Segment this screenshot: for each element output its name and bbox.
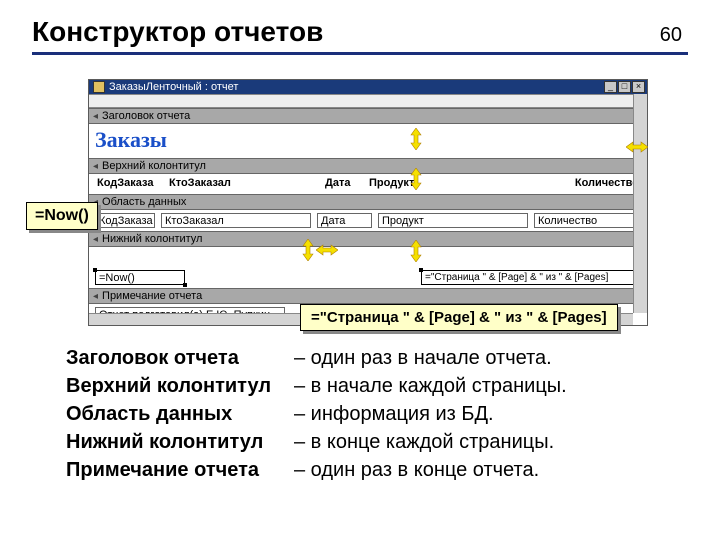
slide-number: 60 xyxy=(660,24,682,47)
vertical-scrollbar[interactable] xyxy=(633,94,647,313)
band-header-page-footer[interactable]: Нижний колонтитул xyxy=(89,231,647,247)
def-desc: – информация из БД. xyxy=(294,400,494,428)
def-desc: – один раз в конце отчета. xyxy=(294,456,539,484)
field-pages[interactable]: ="Страница " & [Page] & " из " & [Pages] xyxy=(421,270,641,285)
col-product[interactable]: Продукт xyxy=(367,177,517,191)
def-term: Заголовок отчета xyxy=(66,344,294,372)
def-term: Примечание отчета xyxy=(66,456,294,484)
window-titlebar: ЗаказыЛенточный : отчет _ □ × xyxy=(89,80,647,94)
field-qty[interactable]: Количество xyxy=(534,213,641,228)
def-term: Область данных xyxy=(66,400,294,428)
def-desc: – один раз в начале отчета. xyxy=(294,344,552,372)
def-row: Заголовок отчета– один раз в начале отче… xyxy=(66,344,567,372)
callout-now: =Now() xyxy=(26,202,98,230)
def-row: Примечание отчета– один раз в конце отче… xyxy=(66,456,567,484)
field-customer[interactable]: КтоЗаказал xyxy=(161,213,311,228)
col-code[interactable]: КодЗаказа xyxy=(95,177,161,191)
field-now[interactable]: =Now() xyxy=(95,270,185,285)
horizontal-ruler xyxy=(89,94,647,108)
access-icon xyxy=(93,81,105,93)
def-term: Верхний колонтитул xyxy=(66,372,294,400)
band-header-report-footer[interactable]: Примечание отчета xyxy=(89,288,647,304)
band-header-page-header[interactable]: Верхний колонтитул xyxy=(89,158,647,174)
definitions-block: Заголовок отчета– один раз в начале отче… xyxy=(66,344,567,484)
band-header-report-header[interactable]: Заголовок отчета xyxy=(89,108,647,124)
def-row: Нижний колонтитул– в конце каждой страни… xyxy=(66,428,567,456)
field-date[interactable]: Дата xyxy=(317,213,372,228)
minimize-button[interactable]: _ xyxy=(604,81,617,93)
def-desc: – в начале каждой страницы. xyxy=(294,372,567,400)
field-product[interactable]: Продукт xyxy=(378,213,528,228)
field-code[interactable]: КодЗаказа xyxy=(95,213,155,228)
band-header-detail[interactable]: Область данных xyxy=(89,194,647,210)
close-button[interactable]: × xyxy=(632,81,645,93)
col-customer[interactable]: КтоЗаказал xyxy=(167,177,317,191)
slide-title: Конструктор отчетов xyxy=(32,16,323,48)
report-title[interactable]: Заказы xyxy=(95,127,167,155)
def-term: Нижний колонтитул xyxy=(66,428,294,456)
col-qty[interactable]: Количество xyxy=(523,177,641,191)
report-designer-window: ЗаказыЛенточный : отчет _ □ × Заголовок … xyxy=(88,79,648,326)
window-title: ЗаказыЛенточный : отчет xyxy=(109,81,238,93)
maximize-button[interactable]: □ xyxy=(618,81,631,93)
def-row: Область данных– информация из БД. xyxy=(66,400,567,428)
col-date[interactable]: Дата xyxy=(323,177,361,191)
def-desc: – в конце каждой страницы. xyxy=(294,428,554,456)
callout-pages: ="Страница " & [Page] & " из " & [Pages] xyxy=(300,304,618,331)
def-row: Верхний колонтитул– в начале каждой стра… xyxy=(66,372,567,400)
